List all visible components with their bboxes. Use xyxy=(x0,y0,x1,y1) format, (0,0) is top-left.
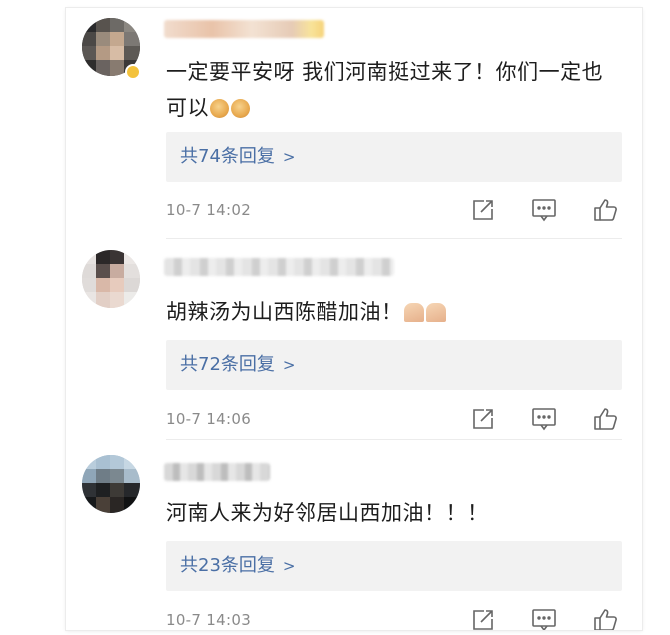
username-redacted[interactable] xyxy=(164,463,270,481)
view-replies-button[interactable]: 共72条回复 > xyxy=(166,340,622,390)
comment-timestamp: 10-7 14:02 xyxy=(166,201,252,219)
comment-actions xyxy=(470,197,620,223)
comment-text: 河南人来为好邻居山西加油！！！ xyxy=(166,495,612,531)
username-redacted[interactable] xyxy=(164,258,394,276)
comment-list: 一定要平安呀 我们河南挺过来了！你们一定也可以 共74条回复 > 10-7 14:… xyxy=(66,8,642,630)
page: 一定要平安呀 我们河南挺过来了！你们一定也可以 共74条回复 > 10-7 14:… xyxy=(0,0,670,635)
verified-badge-icon xyxy=(125,64,141,80)
comment-actions xyxy=(470,607,620,630)
view-replies-button[interactable]: 共23条回复 > xyxy=(166,541,622,591)
comment-item: 河南人来为好邻居山西加油！！！ 共23条回复 > 10-7 14:03 xyxy=(66,441,642,630)
comment-item: 胡辣汤为山西陈醋加油！ 共72条回复 > 10-7 14:06 xyxy=(66,240,642,440)
comment-divider xyxy=(166,439,622,440)
pray-icon xyxy=(403,303,424,322)
comment-actions xyxy=(470,406,620,432)
fist-icon xyxy=(210,99,229,118)
replies-label: 共74条回复 xyxy=(180,146,275,167)
share-icon[interactable] xyxy=(470,197,496,223)
replies-label: 共72条回复 xyxy=(180,354,275,375)
pray-icon xyxy=(425,303,446,322)
like-icon[interactable] xyxy=(592,607,620,630)
like-icon[interactable] xyxy=(592,197,620,223)
comment-divider xyxy=(166,238,622,239)
chevron-right-icon: > xyxy=(282,356,296,374)
avatar[interactable] xyxy=(82,455,140,513)
avatar[interactable] xyxy=(82,250,140,308)
comment-text-content: 河南人来为好邻居山西加油！！！ xyxy=(166,501,489,525)
view-replies-button[interactable]: 共74条回复 > xyxy=(166,132,622,182)
comment-text: 胡辣汤为山西陈醋加油！ xyxy=(166,294,612,330)
replies-label: 共23条回复 xyxy=(180,555,275,576)
comment-text-content: 胡辣汤为山西陈醋加油！ xyxy=(166,300,403,324)
comment-icon[interactable] xyxy=(530,607,558,630)
username-redacted[interactable] xyxy=(164,20,324,38)
fist-icon xyxy=(231,99,250,118)
comment-icon[interactable] xyxy=(530,197,558,223)
comment-item: 一定要平安呀 我们河南挺过来了！你们一定也可以 共74条回复 > 10-7 14:… xyxy=(66,8,642,236)
chevron-right-icon: > xyxy=(282,557,296,575)
comment-text: 一定要平安呀 我们河南挺过来了！你们一定也可以 xyxy=(166,54,612,126)
share-icon[interactable] xyxy=(470,406,496,432)
comment-icon[interactable] xyxy=(530,406,558,432)
chevron-right-icon: > xyxy=(282,148,296,166)
like-icon[interactable] xyxy=(592,406,620,432)
comment-timestamp: 10-7 14:03 xyxy=(166,611,252,629)
comment-timestamp: 10-7 14:06 xyxy=(166,410,252,428)
share-icon[interactable] xyxy=(470,607,496,630)
